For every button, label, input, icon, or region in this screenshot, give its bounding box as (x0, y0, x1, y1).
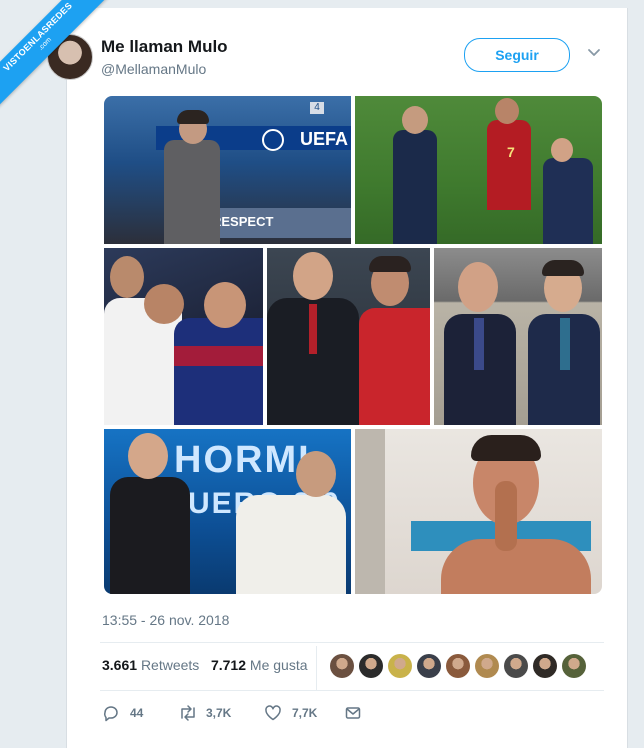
reply-icon (104, 706, 118, 722)
liker-avatar[interactable] (533, 654, 557, 678)
photo-politician-player[interactable] (267, 248, 430, 425)
show-title-line1: HORMI (174, 439, 311, 481)
liker-avatar[interactable] (446, 654, 470, 678)
retweets-label[interactable]: Retweets (141, 657, 199, 673)
liker-avatar[interactable] (417, 654, 441, 678)
photo-two-politicians[interactable] (434, 248, 602, 425)
shirt-number: 7 (507, 144, 515, 160)
liker-avatar[interactable] (504, 654, 528, 678)
tweet-timestamp[interactable]: 13:55 - 26 nov. 2018 (102, 612, 229, 628)
stats-separator (316, 646, 317, 690)
envelope-icon (345, 707, 361, 719)
photo-collage[interactable]: UEFA 4 RESPECT 7 HORMI UERO (104, 96, 602, 594)
photo-tv-show[interactable]: HORMI UERO 3.0 (104, 429, 351, 594)
author-name[interactable]: Me llaman Mulo (101, 37, 228, 57)
liker-avatar[interactable] (359, 654, 383, 678)
reply-count: 44 (130, 706, 144, 720)
author-handle[interactable]: @MellamanMulo (101, 61, 206, 77)
divider-top (100, 642, 604, 643)
screen-number: 4 (310, 102, 324, 114)
liker-avatars (330, 654, 591, 678)
photo-man-hands-face[interactable] (355, 429, 602, 594)
like-count: 7,7K (292, 706, 318, 720)
divider-bottom (100, 690, 604, 691)
retweet-count: 3,7K (206, 706, 232, 720)
liker-avatar[interactable] (388, 654, 412, 678)
likes-label[interactable]: Me gusta (250, 657, 308, 673)
heart-icon (265, 705, 281, 721)
chevron-down-icon[interactable] (586, 44, 602, 60)
photo-pitch-handshake[interactable]: 7 (355, 96, 602, 244)
liker-avatar[interactable] (330, 654, 354, 678)
liker-avatar[interactable] (562, 654, 586, 678)
likes-count[interactable]: 7.712 (211, 657, 246, 673)
photo-players-embrace[interactable] (104, 248, 263, 425)
photo-coach-stadium[interactable]: UEFA 4 RESPECT (104, 96, 351, 244)
uefa-banner-text: UEFA (300, 129, 349, 149)
respect-board-text: RESPECT (212, 214, 274, 229)
tweet-stats: 3.661 Retweets 7.712 Me gusta (102, 657, 308, 673)
follow-button[interactable]: Seguir (464, 38, 570, 72)
retweets-count[interactable]: 3.661 (102, 657, 137, 673)
retweet-icon (181, 705, 195, 721)
liker-avatar[interactable] (475, 654, 499, 678)
